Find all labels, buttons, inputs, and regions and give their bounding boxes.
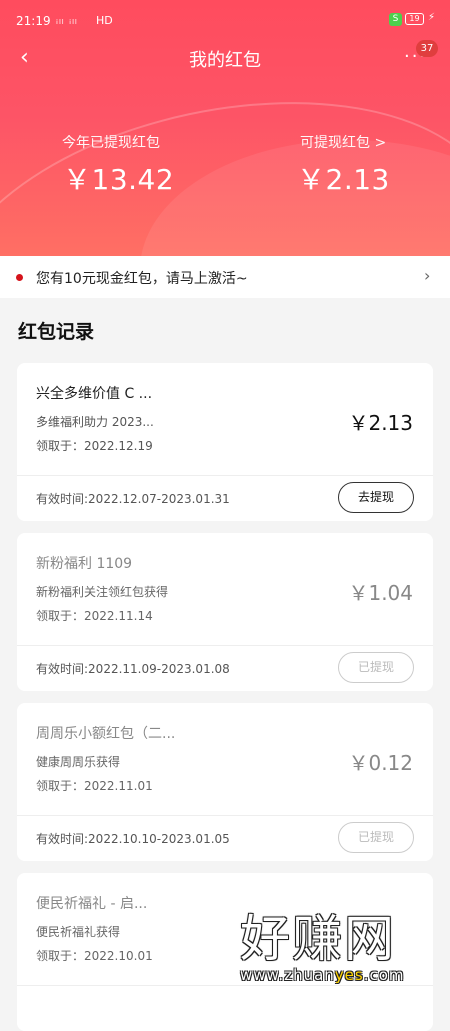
record-desc: 便民祈福礼获得 xyxy=(36,925,121,939)
withdrawn-button[interactable]: 已提现 xyxy=(338,822,414,853)
signal-icon: ᵢₗₗ ᵢₗₗ xyxy=(56,14,78,27)
notice-text: 您有10元现金红包，请马上激活~ xyxy=(36,271,248,287)
record-card: 兴全多维价值 C ... 多维福利助力 2023... 领取于：2022.12.… xyxy=(17,363,433,521)
record-amount: ￥1.04 xyxy=(348,581,413,605)
notification-badge: 37 xyxy=(416,40,438,57)
divider xyxy=(17,815,433,816)
charging-icon: ⚡ xyxy=(428,12,436,23)
notice-dot xyxy=(16,274,23,281)
divider xyxy=(17,645,433,646)
record-validity: 有效时间:2022.12.07-2023.01.31 xyxy=(36,492,230,506)
record-desc: 健康周周乐获得 xyxy=(36,755,121,769)
record-desc: 多维福利助力 2023... xyxy=(36,415,154,429)
withdraw-button[interactable]: 去提现 xyxy=(338,482,414,513)
activate-notice[interactable]: 您有10元现金红包，请马上激活~ › xyxy=(0,256,450,298)
record-desc: 新粉福利关注领红包获得 xyxy=(36,585,169,599)
divider xyxy=(17,985,433,986)
withdrawn-value: ￥13.42 xyxy=(63,163,175,196)
record-amount: ￥2.13 xyxy=(348,411,413,435)
record-amount: ￥0.12 xyxy=(348,751,413,775)
record-name: 周周乐小额红包（二... xyxy=(36,726,176,742)
available-link[interactable]: 可提现红包 > xyxy=(300,132,386,152)
record-card: 周周乐小额红包（二... 健康周周乐获得 领取于：2022.11.01 ￥0.1… xyxy=(17,703,433,861)
section-title: 红包记录 xyxy=(18,321,95,343)
record-date: 领取于：2022.10.01 xyxy=(36,949,153,963)
record-name: 便民祈福礼 - 启... xyxy=(36,896,148,912)
status-time: 21:19 xyxy=(16,14,51,28)
record-date: 领取于：2022.11.01 xyxy=(36,779,153,793)
chevron-right-icon: › xyxy=(424,266,431,285)
record-name: 兴全多维价值 C ... xyxy=(36,386,153,402)
battery-icon: 19 xyxy=(405,13,424,25)
status-bar: 21:19 ᵢₗₗ ᵢₗₗ HD S 19 ⚡ xyxy=(0,0,450,40)
back-icon[interactable]: ‹ xyxy=(20,44,44,72)
record-date: 领取于：2022.11.14 xyxy=(36,609,153,623)
security-icon: S xyxy=(389,13,402,26)
available-value[interactable]: ￥2.13 xyxy=(297,158,390,198)
record-card: 新粉福利 1109 新粉福利关注领红包获得 领取于：2022.11.14 ￥1.… xyxy=(17,533,433,691)
withdrawn-label: 今年已提现红包 xyxy=(62,135,160,151)
record-validity: 有效时间:2022.11.09-2023.01.08 xyxy=(36,662,230,676)
record-validity: 有效时间:2022.10.10-2023.01.05 xyxy=(36,832,230,846)
record-date: 领取于：2022.12.19 xyxy=(36,439,153,453)
network-type: HD xyxy=(96,14,113,27)
divider xyxy=(17,475,433,476)
record-name: 新粉福利 1109 xyxy=(36,556,133,572)
withdrawn-button[interactable]: 已提现 xyxy=(338,652,414,683)
header-banner: 21:19 ᵢₗₗ ᵢₗₗ HD S 19 ⚡ ‹ 我的红包 ··· 37 今年… xyxy=(0,0,450,256)
record-card: 便民祈福礼 - 启... 便民祈福礼获得 领取于：2022.10.01 xyxy=(17,873,433,1031)
page-title: 我的红包 xyxy=(189,50,261,71)
